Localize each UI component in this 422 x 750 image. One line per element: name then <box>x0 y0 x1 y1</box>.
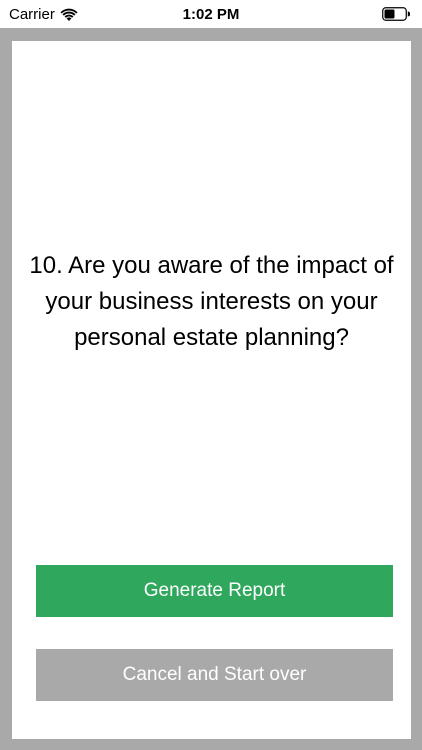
battery-icon <box>382 7 410 21</box>
question-text: 10. Are you aware of the impact of your … <box>29 252 394 351</box>
question-card: 10. Are you aware of the impact of your … <box>12 41 411 739</box>
generate-report-button[interactable]: Generate Report <box>36 565 393 617</box>
cancel-start-over-label: Cancel and Start over <box>122 664 307 685</box>
generate-report-label: Generate Report <box>143 580 286 601</box>
cancel-start-over-button[interactable]: Cancel and Start over <box>36 649 393 701</box>
status-time: 1:02 PM <box>182 6 240 23</box>
status-bar: Carrier 1:02 PM <box>0 0 422 28</box>
